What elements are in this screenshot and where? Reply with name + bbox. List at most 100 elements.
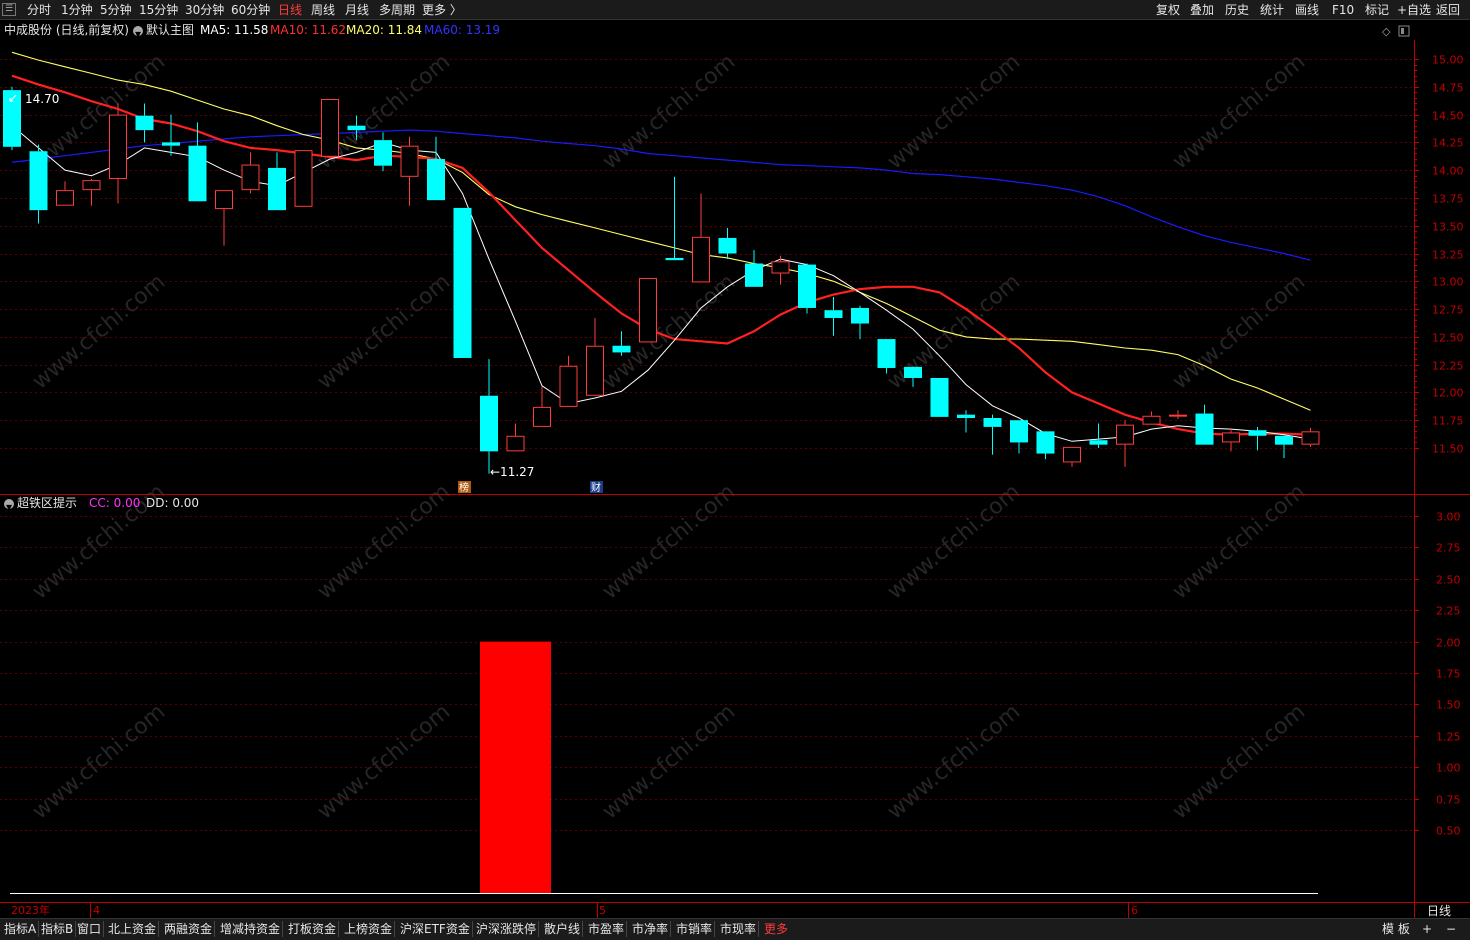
price-tick-label: 13.50 <box>1432 221 1464 234</box>
candle-body-down <box>29 151 48 211</box>
price-tick-label: 12.75 <box>1432 304 1464 317</box>
watermark-text: www.cfchi.com <box>1168 49 1310 174</box>
candle-body-up <box>294 150 313 207</box>
candle-body-down <box>983 417 1002 427</box>
candle-body-up <box>1169 414 1187 417</box>
tab-etf-funds[interactable]: 沪深ETF资金 <box>398 921 473 937</box>
indicator-tick-label: 0.50 <box>1436 825 1461 838</box>
price-tick-label: 12.50 <box>1432 332 1464 345</box>
diamond-icon[interactable]: ◇ <box>1382 25 1391 38</box>
candle-body-down <box>1195 413 1214 445</box>
tab-more[interactable]: 更多 <box>762 921 790 937</box>
time-axis-period[interactable]: 日线 <box>1427 904 1451 918</box>
tab-pe[interactable]: 市盈率 <box>586 921 628 937</box>
price-tick-label: 12.00 <box>1432 387 1464 400</box>
candle-body-up <box>639 277 657 343</box>
candle-body-down <box>957 414 975 418</box>
watermark-text: www.cfchi.com <box>598 479 740 604</box>
candle-body-down <box>347 125 366 131</box>
indicator-cc: CC: 0.00 <box>89 496 141 510</box>
ma60-line <box>11 129 1311 261</box>
price-tick-label: 14.50 <box>1432 110 1464 123</box>
tab-margin[interactable]: 两融资金 <box>162 921 216 937</box>
indicator-tick-label: 0.75 <box>1436 794 1461 807</box>
price-tick-label: 11.75 <box>1432 415 1464 428</box>
tab-limit-stats[interactable]: 沪深涨跌停 <box>474 921 540 937</box>
watermark-text: www.cfchi.com <box>883 49 1025 174</box>
candle-body-down <box>1036 431 1055 454</box>
tab-indicator-b[interactable]: 指标B <box>39 921 77 937</box>
chevron-down-icon: ▾ <box>4 498 14 514</box>
watermark-text: www.cfchi.com <box>28 269 170 394</box>
candles <box>3 86 1320 474</box>
zoom-out-button[interactable]: − <box>1446 921 1456 937</box>
watermark-text: www.cfchi.com <box>1168 479 1310 604</box>
candle-body-down <box>135 115 154 131</box>
tab-ps[interactable]: 市销率 <box>674 921 716 937</box>
price-tick-label: 14.00 <box>1432 165 1464 178</box>
candle-body-down <box>427 159 445 201</box>
candle-body-up <box>1063 446 1081 463</box>
candle-body-down <box>665 257 684 261</box>
tab-indicator-a[interactable]: 指标A <box>2 921 40 937</box>
candle-body-down <box>453 207 472 358</box>
candle-body-down <box>374 140 392 166</box>
indicator-tick-label: 2.00 <box>1436 637 1461 650</box>
watermark-text: www.cfchi.com <box>883 479 1025 604</box>
month-label-6: 6 <box>1131 904 1138 917</box>
candle-body-down <box>480 395 498 452</box>
candle-body-up <box>533 406 551 427</box>
candle-body-up <box>109 114 127 180</box>
price-tick-label: 12.25 <box>1432 360 1464 373</box>
candle-body-down <box>798 264 816 308</box>
indicator-tick-label: 1.50 <box>1436 699 1461 712</box>
finance-marker-label: 财 <box>591 481 601 494</box>
indicator-tick-label: 2.75 <box>1436 542 1461 555</box>
candle-body-up <box>1116 424 1134 445</box>
month-label-4: 4 <box>93 904 100 917</box>
price-tick-label: 11.50 <box>1432 443 1464 456</box>
indicator-name: 超铁区提示 <box>17 496 78 510</box>
month-label-5: 5 <box>599 904 606 917</box>
candle-body-up <box>321 99 339 157</box>
tab-northbound[interactable]: 北上资金 <box>106 921 160 937</box>
candle-body-up <box>586 345 604 396</box>
price-axis: 15.00 14.75 14.50 14.25 14.00 13.75 13.50 13.25… <box>1414 54 1464 456</box>
candle-body-down <box>268 167 286 211</box>
indicator-signal-bar <box>480 641 551 893</box>
tab-list-funds[interactable]: 上榜资金 <box>342 921 396 937</box>
candle-body-up <box>56 190 74 206</box>
window-icon-inner <box>1401 28 1404 34</box>
price-tick-label: 15.00 <box>1432 54 1464 67</box>
indicator-selector[interactable]: ▾ 超铁区提示 <box>4 495 78 514</box>
ma5-line <box>11 125 1311 442</box>
indicator-tick-label: 1.00 <box>1436 762 1461 775</box>
watermark-text: www.cfchi.com <box>1168 699 1310 824</box>
tab-holding-change[interactable]: 增减持资金 <box>218 921 284 937</box>
year-label: 2023年 <box>11 903 50 917</box>
candle-body-down <box>904 366 922 378</box>
candle-body-down <box>877 339 896 368</box>
candle-body-down <box>745 263 763 287</box>
template-button[interactable]: 模 板 <box>1382 921 1410 937</box>
candle-body-down <box>851 307 869 324</box>
watermark-text: www.cfchi.com <box>883 699 1025 824</box>
tab-window[interactable]: 窗口 <box>75 921 105 937</box>
kline-chart[interactable]: www.cfchi.com www.cfchi.com www.cfchi.com w… <box>0 0 1470 940</box>
zoom-in-button[interactable]: + <box>1422 921 1432 937</box>
candle-body-down <box>1275 435 1293 445</box>
tab-pcf[interactable]: 市现率 <box>718 921 760 937</box>
rank-marker-label: 榜 <box>459 481 469 494</box>
watermark-text: www.cfchi.com <box>313 269 455 394</box>
indicator-dd: DD: 0.00 <box>146 496 200 510</box>
indicator-tab-bar: 指标A 指标B 窗口 北上资金 两融资金 增减持资金 打板资金 上榜资金 沪深E… <box>0 918 1470 940</box>
price-tick-label: 13.00 <box>1432 276 1464 289</box>
tab-limit-up-funds[interactable]: 打板资金 <box>286 921 340 937</box>
indicator-tick-label: 3.00 <box>1436 511 1461 524</box>
price-tick-label: 13.25 <box>1432 249 1464 262</box>
tab-pb[interactable]: 市净率 <box>630 921 672 937</box>
tab-retail-line[interactable]: 散户线 <box>542 921 584 937</box>
candle-body-down <box>1089 440 1108 445</box>
indicator-bars <box>480 641 551 893</box>
candle-body-down <box>930 377 949 417</box>
